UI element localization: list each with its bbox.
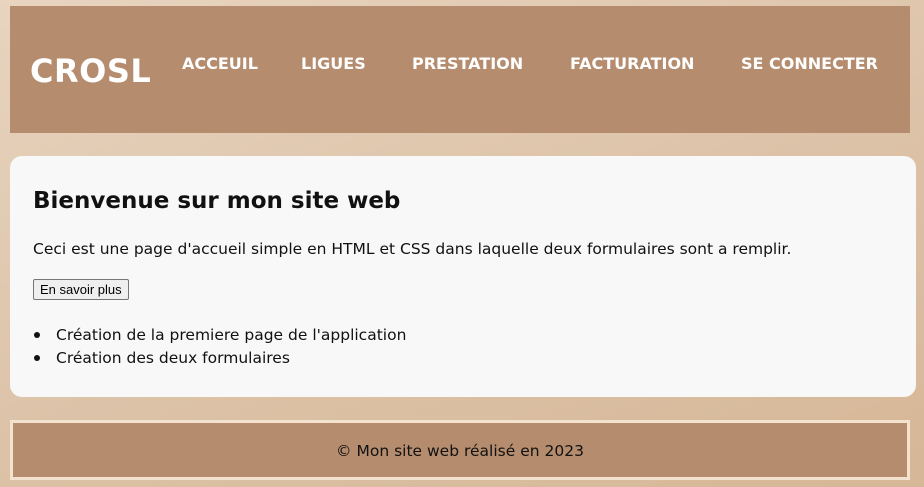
bullet-icon: [34, 355, 40, 361]
list-item-label: Création des deux formulaires: [56, 349, 290, 367]
site-footer: © Mon site web réalisé en 2023: [10, 420, 910, 480]
nav-item-ligues[interactable]: LIGUES: [301, 54, 366, 73]
feature-list: Création de la premiere page de l'applic…: [33, 325, 406, 371]
bullet-icon: [34, 332, 40, 338]
site-header: CROSL ACCEUIL LIGUES PRESTATION FACTURAT…: [10, 6, 910, 133]
learn-more-button[interactable]: En savoir plus: [33, 279, 129, 300]
nav-item-accueil[interactable]: ACCEUIL: [182, 54, 258, 73]
welcome-card: Bienvenue sur mon site web Ceci est une …: [10, 156, 916, 397]
nav-item-se-connecter[interactable]: SE CONNECTER: [741, 54, 878, 73]
intro-text: Ceci est une page d'accueil simple en HT…: [33, 240, 792, 258]
main-nav: ACCEUIL LIGUES PRESTATION FACTURATION SE…: [10, 54, 910, 76]
list-item-label: Création de la premiere page de l'applic…: [56, 326, 407, 344]
list-item: Création des deux formulaires: [33, 348, 406, 371]
nav-item-facturation[interactable]: FACTURATION: [570, 54, 694, 73]
list-item: Création de la premiere page de l'applic…: [33, 325, 406, 348]
nav-item-prestation[interactable]: PRESTATION: [412, 54, 523, 73]
page-title: Bienvenue sur mon site web: [33, 188, 401, 214]
footer-text: © Mon site web réalisé en 2023: [336, 442, 584, 460]
